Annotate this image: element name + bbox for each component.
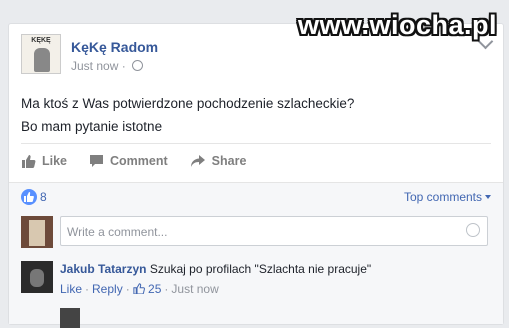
like-badge-icon[interactable] xyxy=(21,189,37,205)
comment-placeholder: Write a comment... xyxy=(67,225,168,239)
smiley-icon[interactable] xyxy=(466,223,480,237)
comments-list: Jakub Tatarzyn Szukaj po profilach "Szla… xyxy=(9,254,503,328)
post-author[interactable]: KęKę Radom xyxy=(71,39,158,55)
comment-body: Jakub Tatarzyn Szukaj po profilach "Szla… xyxy=(60,262,371,276)
post-body: Ma ktoś z Was potwierdzone pochodzenie s… xyxy=(21,92,354,138)
share-label: Share xyxy=(211,154,247,168)
comment-author[interactable]: Jakub Tatarzyn xyxy=(60,262,146,276)
top-comments-dropdown[interactable]: Top comments xyxy=(404,190,491,204)
page-avatar[interactable]: KĘKĘ xyxy=(21,34,61,74)
comment-time: Just now xyxy=(171,282,219,296)
comment-like-link[interactable]: Like xyxy=(60,282,82,296)
post-meta: Just now · xyxy=(71,59,144,73)
post-actions: Like Comment Share xyxy=(21,151,268,171)
like-label: Like xyxy=(42,154,68,168)
like-count[interactable]: 8 xyxy=(40,190,47,204)
post-card: KĘKĘ KęKę Radom Just now · Ma ktoś z Was… xyxy=(8,23,504,328)
comment-like-count[interactable]: 25 xyxy=(148,282,161,296)
divider xyxy=(21,143,491,144)
comment-composer: Write a comment... xyxy=(9,210,503,254)
commenter-avatar[interactable] xyxy=(21,261,53,293)
comment-input[interactable]: Write a comment... xyxy=(60,216,488,246)
post-timestamp[interactable]: Just now xyxy=(71,59,118,73)
comment-reply-link[interactable]: Reply xyxy=(92,282,123,296)
post-line: Ma ktoś z Was potwierdzone pochodzenie s… xyxy=(21,96,355,111)
top-comments-label: Top comments xyxy=(403,190,482,204)
avatar-label: KĘKĘ xyxy=(31,37,51,44)
comment-actions: Like · Reply · 25 · Just now xyxy=(60,282,219,296)
dropdown-arrow-icon xyxy=(485,195,491,199)
current-user-avatar[interactable] xyxy=(21,216,53,248)
comment-label: Comment xyxy=(110,154,168,168)
thumbs-up-icon xyxy=(133,283,145,295)
like-button[interactable]: Like xyxy=(21,151,67,171)
share-icon xyxy=(190,155,205,167)
thumbs-up-icon xyxy=(22,155,36,168)
comment-icon xyxy=(90,155,104,167)
watermark: www.wiocha.pl xyxy=(297,10,497,40)
post-line: Bo mam pytanie istotne xyxy=(21,119,163,134)
reply-avatar[interactable] xyxy=(60,308,80,328)
globe-icon[interactable] xyxy=(132,60,144,71)
share-button[interactable]: Share xyxy=(190,151,247,171)
comment-text: Szukaj po profilach "Szlachta nie pracuj… xyxy=(149,262,372,276)
reactions-bar: 8 Top comments xyxy=(9,182,503,211)
comment-button[interactable]: Comment xyxy=(89,151,168,171)
